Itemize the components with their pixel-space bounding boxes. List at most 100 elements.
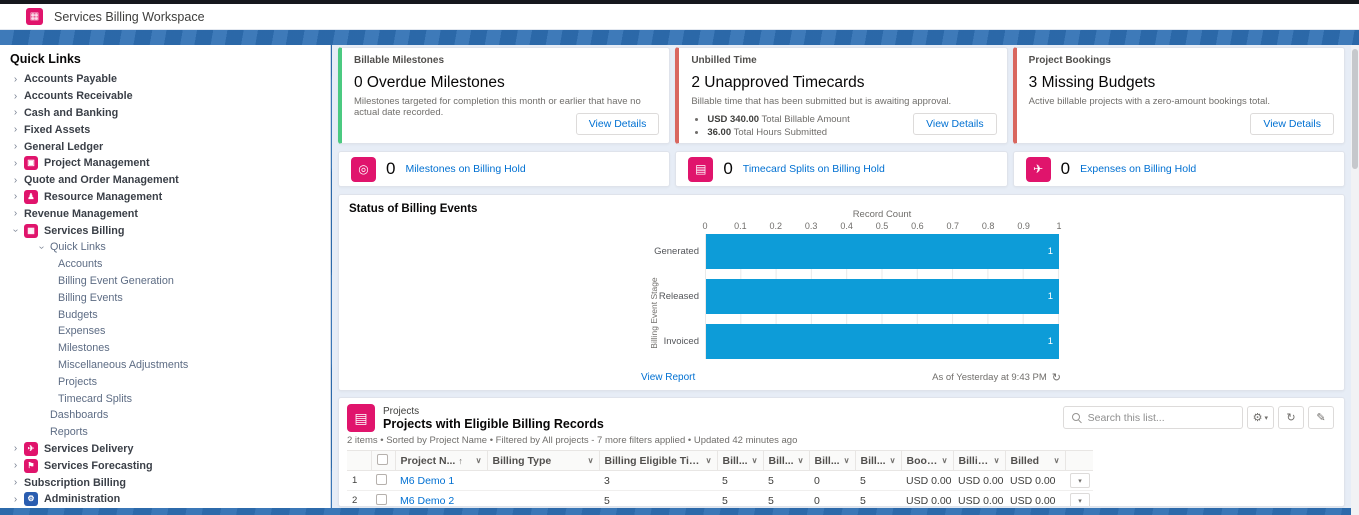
view-details-button[interactable]: View Details — [913, 113, 997, 135]
sidebar-item-timecard-splits[interactable]: Timecard Splits — [0, 390, 330, 407]
chevron-right-icon[interactable]: › — [10, 494, 21, 505]
row-actions-button[interactable]: ▾ — [1070, 493, 1090, 506]
project-link[interactable]: M6 Demo 2 — [400, 495, 454, 507]
cell-billing-type — [487, 470, 599, 491]
kpi-card-row: Billable Milestones 0 Overdue Milestones… — [338, 47, 1345, 144]
sidebar-item-cash-and-banking[interactable]: › Cash and Banking — [0, 105, 330, 122]
chevron-right-icon[interactable]: › — [10, 74, 21, 85]
chevron-down-icon[interactable]: › — [36, 242, 47, 253]
sidebar-item-general-ledger[interactable]: › General Ledger — [0, 138, 330, 155]
vertical-scrollbar[interactable] — [1351, 45, 1359, 515]
row-checkbox[interactable] — [376, 493, 387, 505]
bar-invoiced[interactable]: 1 — [706, 324, 1059, 359]
column-header-bill-3[interactable]: Bill... ∨ — [809, 450, 856, 471]
chevron-right-icon[interactable]: › — [10, 158, 21, 169]
sidebar-item-label: Billing Events — [58, 291, 123, 304]
sidebar-item-accounts-payable[interactable]: › Accounts Payable — [0, 71, 330, 88]
sidebar-item-projects[interactable]: Projects — [0, 373, 330, 390]
sidebar-item-label: Accounts — [58, 258, 103, 271]
chevron-right-icon[interactable]: › — [10, 460, 21, 471]
bar-released[interactable]: 1 — [706, 279, 1059, 314]
scrollbar-thumb[interactable] — [1352, 49, 1358, 169]
view-report-link[interactable]: View Report — [641, 372, 695, 383]
chevron-right-icon[interactable]: › — [10, 208, 21, 219]
chevron-right-icon[interactable]: › — [10, 443, 21, 454]
x-tick: 0.4 — [840, 221, 853, 231]
select-all-checkbox[interactable] — [376, 453, 388, 465]
sidebar-item-label: Cash and Banking — [24, 106, 119, 119]
cell-bill-2: 5 — [763, 490, 809, 506]
hold-link[interactable]: Timecard Splits on Billing Hold — [743, 163, 885, 175]
column-header-billed[interactable]: Billed ∨ — [1005, 450, 1066, 471]
expenses-hold-icon: ✈ — [1025, 156, 1051, 182]
kpi-card-billable-milestones: Billable Milestones 0 Overdue Milestones… — [338, 47, 671, 144]
sidebar-item-label: Dashboards — [50, 409, 109, 422]
column-header-bill-4[interactable]: Bill... ∨ — [855, 450, 902, 471]
cell-billings: USD 0.00 — [953, 470, 1005, 491]
sidebar-item-services-delivery[interactable]: › ✈ Services Delivery — [0, 441, 330, 458]
hold-count: 0 — [386, 159, 396, 178]
column-header-billing-type[interactable]: Billing Type ∨ — [487, 450, 600, 471]
search-input[interactable] — [1087, 411, 1228, 424]
chevron-right-icon[interactable]: › — [10, 107, 21, 118]
chevron-down-icon[interactable]: › — [10, 225, 21, 236]
sidebar-item-quick-links-group[interactable]: › Quick Links — [0, 239, 330, 256]
view-details-button[interactable]: View Details — [1250, 113, 1334, 135]
sidebar-item-quote-and-order-management[interactable]: › Quote and Order Management — [0, 172, 330, 189]
kpi-category: Project Bookings — [1028, 55, 1111, 66]
sidebar-item-billing-events[interactable]: Billing Events — [0, 289, 330, 306]
sidebar-item-resource-management[interactable]: › ♟ Resource Management — [0, 189, 330, 206]
hold-link[interactable]: Milestones on Billing Hold — [405, 163, 525, 175]
chevron-right-icon[interactable]: › — [10, 141, 21, 152]
sidebar-item-revenue-management[interactable]: › Revenue Management — [0, 205, 330, 222]
app-header: ▦ Services Billing Workspace — [0, 4, 1359, 30]
project-link[interactable]: M6 Demo 1 — [400, 475, 454, 487]
list-refresh-button[interactable]: ↻ — [1278, 406, 1304, 429]
sidebar-item-label: General Ledger — [24, 140, 104, 153]
row-actions-button[interactable]: ▾ — [1070, 473, 1090, 488]
sidebar-item-reports[interactable]: Reports — [0, 424, 330, 441]
chevron-right-icon[interactable]: › — [10, 175, 21, 186]
view-details-button[interactable]: View Details — [575, 113, 660, 135]
chevron-right-icon[interactable]: › — [10, 477, 21, 488]
hold-link[interactable]: Expenses on Billing Hold — [1080, 163, 1196, 175]
column-header-project-name[interactable]: Project N... ↑ ∨ — [395, 450, 488, 471]
chevron-right-icon[interactable]: › — [10, 191, 21, 202]
sidebar-item-administration[interactable]: › ⚙ Administration — [0, 491, 330, 508]
sidebar-item-milestones[interactable]: Milestones — [0, 340, 330, 357]
sidebar-item-miscellaneous-adjustments[interactable]: Miscellaneous Adjustments — [0, 357, 330, 374]
sidebar-item-label: Fixed Assets — [24, 123, 91, 136]
list-edit-button[interactable]: ✎ — [1308, 406, 1334, 429]
select-all-header[interactable] — [371, 450, 396, 471]
column-header-bookings[interactable]: Bookings∨ — [901, 450, 954, 471]
sidebar-item-subscription-billing[interactable]: › Subscription Billing — [0, 474, 330, 491]
sidebar-item-expenses[interactable]: Expenses — [0, 323, 330, 340]
column-header-billing-eligible-timecards[interactable]: Billing Eligible Timecard...∨ — [599, 450, 718, 471]
sidebar-item-fixed-assets[interactable]: › Fixed Assets — [0, 121, 330, 138]
table-row: 1 M6 Demo 1 3 5 5 0 5 USD 0.00 USD 0.00 … — [347, 470, 1093, 491]
sidebar-item-accounts[interactable]: Accounts — [0, 256, 330, 273]
kpi-description: Billable time that has been submitted bu… — [691, 96, 952, 107]
bar-generated[interactable]: 1 — [706, 234, 1059, 269]
sidebar-item-project-management[interactable]: › ▣ Project Management — [0, 155, 330, 172]
sidebar-item-services-forecasting[interactable]: › ⚑ Services Forecasting — [0, 457, 330, 474]
sidebar-item-budgets[interactable]: Budgets — [0, 306, 330, 323]
chevron-right-icon[interactable]: › — [10, 91, 21, 102]
row-checkbox[interactable] — [376, 473, 387, 485]
chevron-right-icon[interactable]: › — [10, 124, 21, 135]
list-settings-button[interactable]: ⚙ ▾ — [1246, 406, 1274, 429]
sidebar-item-dashboards[interactable]: Dashboards — [0, 407, 330, 424]
list-meta: 2 items • Sorted by Project Name • Filte… — [347, 435, 798, 446]
hold-card-expenses: ✈ 0 Expenses on Billing Hold — [1012, 151, 1345, 187]
refresh-icon[interactable]: ↻ — [1052, 371, 1061, 384]
column-header-bill-1[interactable]: Bill... ∨ — [717, 450, 764, 471]
column-header-bill-2[interactable]: Bill... ∨ — [763, 450, 810, 471]
chart-category-labels: Generated Released Invoiced — [653, 222, 705, 369]
cell-billing-eligible-timecards: 3 — [599, 470, 717, 491]
column-header-billings[interactable]: Billings∨ — [953, 450, 1006, 471]
sidebar-item-accounts-receivable[interactable]: › Accounts Receivable — [0, 88, 330, 105]
bullet-value: USD 340.00 — [707, 114, 760, 125]
sidebar-item-services-billing[interactable]: › ▦ Services Billing — [0, 222, 330, 239]
cell-bill-2: 5 — [763, 470, 809, 491]
sidebar-item-billing-event-generation[interactable]: Billing Event Generation — [0, 273, 330, 290]
